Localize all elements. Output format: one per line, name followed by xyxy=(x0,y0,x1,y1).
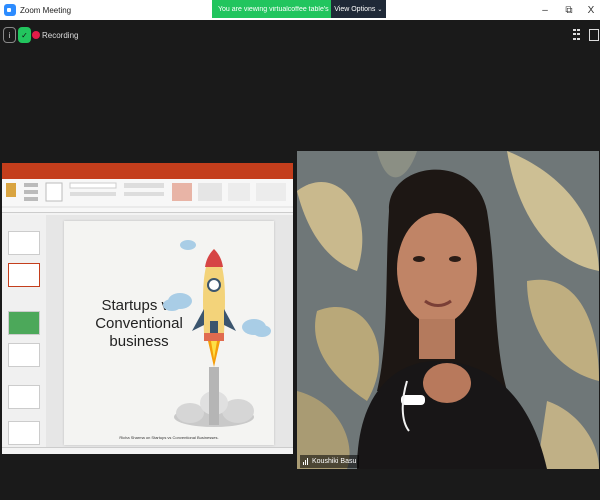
ppt-status-bar xyxy=(2,447,293,454)
slide-thumbnail[interactable] xyxy=(8,385,40,409)
info-icon[interactable]: i xyxy=(3,27,16,43)
close-button[interactable]: X xyxy=(580,0,600,20)
slide-thumbnail-selected[interactable] xyxy=(8,263,40,287)
current-slide[interactable]: Startups vs Conventional business Richa … xyxy=(64,221,274,445)
screen-share-banner: You are viewing virtualcoffee table's sc… xyxy=(212,0,386,18)
participant-name-tag: Koushiki Basu xyxy=(300,455,360,468)
rocket-illustration xyxy=(163,240,271,427)
fullscreen-icon[interactable] xyxy=(589,29,599,41)
slide-thumbnail[interactable] xyxy=(8,421,40,445)
minimize-icon: – xyxy=(542,4,548,16)
recording-icon[interactable] xyxy=(32,31,40,39)
participant-name: Koushiki Basu xyxy=(312,458,357,465)
slide-thumbnail[interactable] xyxy=(8,311,40,335)
ppt-ribbon-tabs xyxy=(2,172,293,179)
participant-video[interactable] xyxy=(297,151,599,469)
ppt-ribbon-icons xyxy=(2,182,293,208)
slide-thumbnail[interactable] xyxy=(8,343,40,367)
ppt-workspace: Startups vs Conventional business Richa … xyxy=(2,215,293,447)
minimize-button[interactable]: – xyxy=(534,0,556,20)
view-options-label: View Options xyxy=(334,5,376,13)
maximize-button[interactable]: ⧉ xyxy=(558,0,580,20)
meeting-top-bar xyxy=(0,20,600,50)
share-banner-text: You are viewing virtualcoffee table's sc… xyxy=(218,5,331,13)
ppt-ribbon xyxy=(2,179,293,213)
view-options-button[interactable]: View Options ⌄ xyxy=(330,0,386,18)
maximize-icon: ⧉ xyxy=(565,4,573,16)
slide-thumbnail-pane[interactable] xyxy=(2,215,46,447)
recording-label: Recording xyxy=(42,31,79,40)
slide-caption: Richa Sharma on Startups vs Conventional… xyxy=(119,435,219,440)
participant-video-frame xyxy=(297,151,599,469)
security-shield-icon[interactable]: ✓ xyxy=(18,27,31,43)
window-title: Zoom Meeting xyxy=(20,5,72,15)
zoom-logo-icon xyxy=(4,4,16,16)
close-icon: X xyxy=(587,4,595,16)
slide-thumbnail[interactable] xyxy=(8,231,40,255)
ppt-titlebar xyxy=(2,163,293,172)
shared-screen-powerpoint: Startups vs Conventional business Richa … xyxy=(2,163,293,454)
gallery-view-icon[interactable] xyxy=(573,29,581,41)
chevron-down-icon: ⌄ xyxy=(377,6,383,13)
signal-bars-icon xyxy=(303,458,309,465)
